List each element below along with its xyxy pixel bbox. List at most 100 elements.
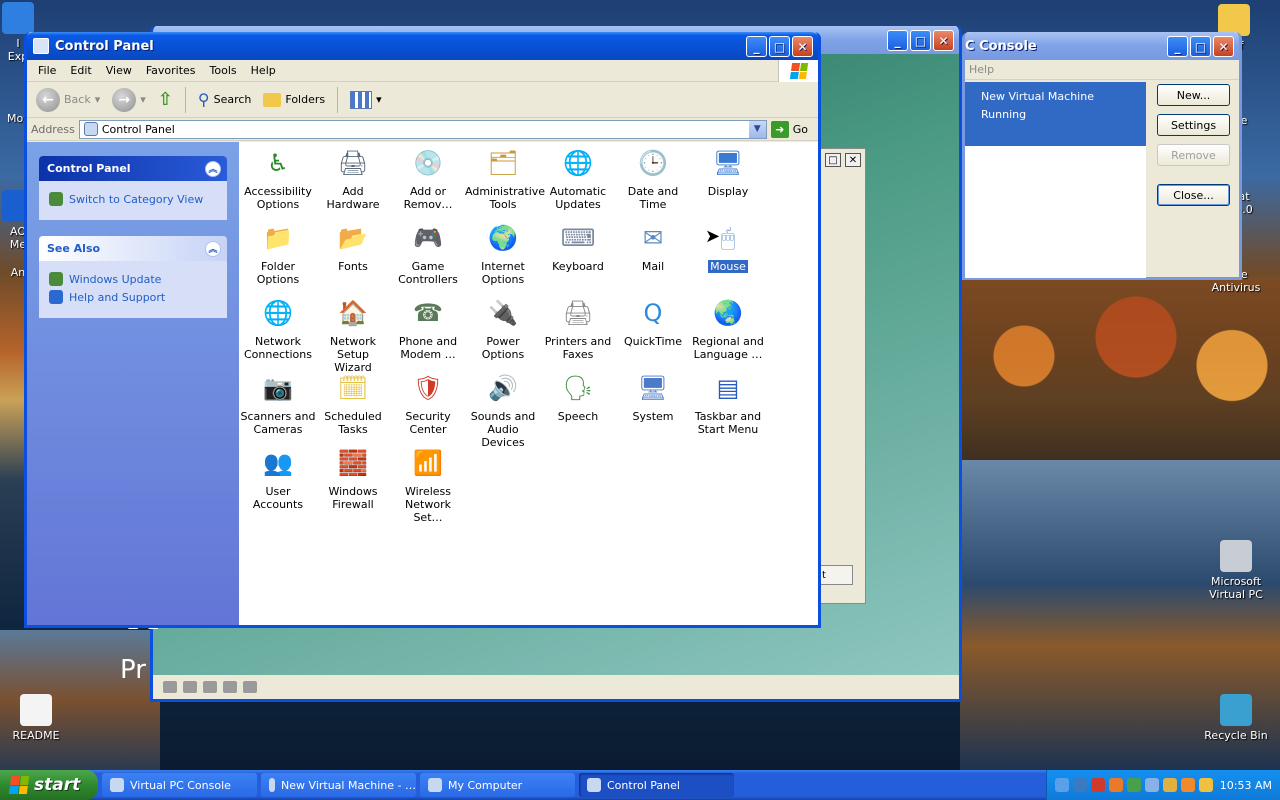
chevron-down-icon[interactable]: ▾ bbox=[95, 93, 101, 106]
start-button[interactable]: start bbox=[0, 770, 98, 800]
close-button[interactable]: ✕ bbox=[1213, 36, 1234, 57]
control-panel-item[interactable]: 🌐 Automatic Updates bbox=[540, 146, 616, 212]
control-panel-item[interactable]: 🗣 Speech bbox=[540, 371, 616, 424]
security-alert-icon[interactable] bbox=[1091, 778, 1105, 792]
control-panel-item[interactable]: ♿ Accessibility Options bbox=[240, 146, 316, 212]
close-button[interactable]: ✕ bbox=[792, 36, 813, 57]
taskbar-button[interactable]: My Computer bbox=[420, 773, 575, 797]
control-panel-item[interactable]: 🖨 Printers and Faxes bbox=[540, 296, 616, 362]
control-panel-titlebar[interactable]: Control Panel _ □ ✕ bbox=[27, 32, 818, 60]
control-panel-item[interactable]: 📁 Folder Options bbox=[240, 221, 316, 287]
forward-button[interactable]: → ▾ bbox=[109, 86, 149, 114]
folders-button[interactable]: Folders bbox=[260, 91, 328, 109]
desktop-icon[interactable]: Recycle Bin bbox=[1198, 694, 1274, 742]
control-panel-item[interactable]: ☎ Phone and Modem … bbox=[390, 296, 466, 362]
control-panel-item[interactable]: 🎮 Game Controllers bbox=[390, 221, 466, 287]
clock[interactable]: 10:53 AM bbox=[1220, 779, 1272, 792]
control-panel-item[interactable]: 🧱 Windows Firewall bbox=[315, 446, 391, 512]
menu-help[interactable]: Help bbox=[969, 63, 1001, 76]
up-folder-button[interactable]: ⇧ bbox=[155, 87, 176, 112]
collapse-chevron-icon[interactable]: ︽ bbox=[205, 160, 221, 177]
maximize-button[interactable]: □ bbox=[825, 153, 841, 167]
control-panel-item[interactable]: Q QuickTime bbox=[615, 296, 691, 349]
menu-favorites[interactable]: Favorites bbox=[139, 64, 203, 77]
menu-edit[interactable]: Edit bbox=[63, 64, 98, 77]
control-panel-item[interactable]: 🗂 Administrative Tools bbox=[465, 146, 545, 212]
control-panel-item[interactable]: 📷 Scanners and Cameras bbox=[240, 371, 316, 437]
control-panel-item[interactable]: 🖥 Display bbox=[690, 146, 766, 199]
maximize-button[interactable]: □ bbox=[769, 36, 790, 57]
virtual-pc-console-window[interactable]: C Console _ □ ✕ Help New Virtual Machine… bbox=[962, 32, 1242, 280]
control-panel-item[interactable]: ✉ Mail bbox=[615, 221, 691, 274]
views-button[interactable]: ▾ bbox=[347, 89, 385, 111]
program-icon[interactable] bbox=[1181, 778, 1195, 792]
messenger-icon[interactable] bbox=[1145, 778, 1159, 792]
control-panel-item[interactable]: 📶 Wireless Network Set… bbox=[390, 446, 466, 525]
update-icon[interactable] bbox=[1163, 778, 1177, 792]
task-panel-header[interactable]: Control Panel ︽ bbox=[39, 156, 227, 181]
settings-button[interactable]: Settings bbox=[1157, 114, 1230, 136]
display-icon[interactable] bbox=[1073, 778, 1087, 792]
control-panel-item[interactable]: 👥 User Accounts bbox=[240, 446, 316, 512]
close-button[interactable]: ✕ bbox=[933, 30, 954, 51]
task-link[interactable]: Help and Support bbox=[49, 290, 217, 304]
desktop-icon[interactable]: README bbox=[0, 694, 74, 742]
minimize-button[interactable]: _ bbox=[746, 36, 767, 57]
back-button[interactable]: ← Back ▾ bbox=[33, 86, 103, 114]
close-console-button[interactable]: Close... bbox=[1157, 184, 1230, 206]
task-link[interactable]: Switch to Category View bbox=[49, 192, 217, 206]
inner-dialog-button[interactable]: t bbox=[819, 565, 853, 585]
minimize-button[interactable]: _ bbox=[887, 30, 908, 51]
control-panel-item[interactable]: 📂 Fonts bbox=[315, 221, 391, 274]
virtual-machine-list[interactable]: New Virtual Machine Running bbox=[965, 82, 1146, 278]
control-panel-item[interactable]: 🏠 Network Setup Wizard bbox=[315, 296, 391, 375]
minimize-button[interactable]: _ bbox=[1167, 36, 1188, 57]
network-adapter-icon[interactable] bbox=[243, 681, 257, 693]
control-panel-item[interactable]: ⌨ Keyboard bbox=[540, 221, 616, 274]
cd-drive-icon[interactable] bbox=[183, 681, 197, 693]
search-button[interactable]: ⚲ Search bbox=[195, 88, 255, 111]
control-panel-item[interactable]: 🌐 Network Connections bbox=[240, 296, 316, 362]
menu-tools[interactable]: Tools bbox=[203, 64, 244, 77]
control-panel-item[interactable]: 🖱 Mouse bbox=[690, 221, 766, 273]
control-panel-item[interactable]: 🔊 Sounds and Audio Devices bbox=[465, 371, 541, 450]
console-titlebar[interactable]: C Console _ □ ✕ bbox=[965, 32, 1239, 60]
control-panel-item[interactable]: 🖥 System bbox=[615, 371, 691, 424]
taskbar-button[interactable]: Control Panel bbox=[579, 773, 734, 797]
taskbar-button[interactable]: Virtual PC Console bbox=[102, 773, 257, 797]
task-panel-header[interactable]: See Also ︽ bbox=[39, 236, 227, 261]
maximize-button[interactable]: □ bbox=[1190, 36, 1211, 57]
menu-file[interactable]: File bbox=[31, 64, 63, 77]
menu-help[interactable]: Help bbox=[244, 64, 283, 77]
task-link[interactable]: Windows Update bbox=[49, 272, 217, 286]
close-button[interactable]: ✕ bbox=[845, 153, 861, 167]
go-button[interactable]: ➜ Go bbox=[770, 120, 814, 138]
control-panel-item[interactable]: 💿 Add or Remov… bbox=[390, 146, 466, 212]
control-panel-item[interactable]: 🌏 Regional and Language … bbox=[690, 296, 766, 362]
network-icon[interactable] bbox=[1055, 778, 1069, 792]
chevron-down-icon[interactable]: ▾ bbox=[140, 93, 146, 106]
control-panel-window[interactable]: Control Panel _ □ ✕ File Edit View Favorite… bbox=[24, 32, 821, 628]
collapse-chevron-icon[interactable]: ︽ bbox=[205, 240, 221, 257]
speaker-icon[interactable] bbox=[1127, 778, 1141, 792]
shared-folder-icon[interactable] bbox=[223, 681, 237, 693]
power-icon[interactable] bbox=[1199, 778, 1213, 792]
control-panel-item[interactable]: 🗓 Scheduled Tasks bbox=[315, 371, 391, 437]
control-panel-item[interactable]: ▤ Taskbar and Start Menu bbox=[690, 371, 766, 437]
new-button[interactable]: New... bbox=[1157, 84, 1230, 106]
chevron-down-icon[interactable]: ▾ bbox=[376, 93, 382, 106]
antivirus-icon[interactable] bbox=[1109, 778, 1123, 792]
control-panel-item[interactable]: 🛡 Security Center bbox=[390, 371, 466, 437]
list-item[interactable]: New Virtual Machine Running bbox=[965, 82, 1146, 146]
control-panel-item[interactable]: 🕒 Date and Time bbox=[615, 146, 691, 212]
remove-button[interactable]: Remove bbox=[1157, 144, 1230, 166]
floppy-icon[interactable] bbox=[203, 681, 217, 693]
address-input[interactable]: Control Panel ▼ bbox=[78, 119, 767, 139]
taskbar-button[interactable]: New Virtual Machine - … bbox=[261, 773, 416, 797]
control-panel-item[interactable]: 🖨 Add Hardware bbox=[315, 146, 391, 212]
desktop-icon[interactable]: Microsoft Virtual PC bbox=[1198, 540, 1274, 601]
control-panel-item[interactable]: 🌍 Internet Options bbox=[465, 221, 541, 287]
control-panel-item[interactable]: 🔌 Power Options bbox=[465, 296, 541, 362]
chevron-down-icon[interactable]: ▼ bbox=[748, 120, 766, 138]
vm-inner-dialog[interactable]: □ ✕ t bbox=[818, 148, 866, 604]
